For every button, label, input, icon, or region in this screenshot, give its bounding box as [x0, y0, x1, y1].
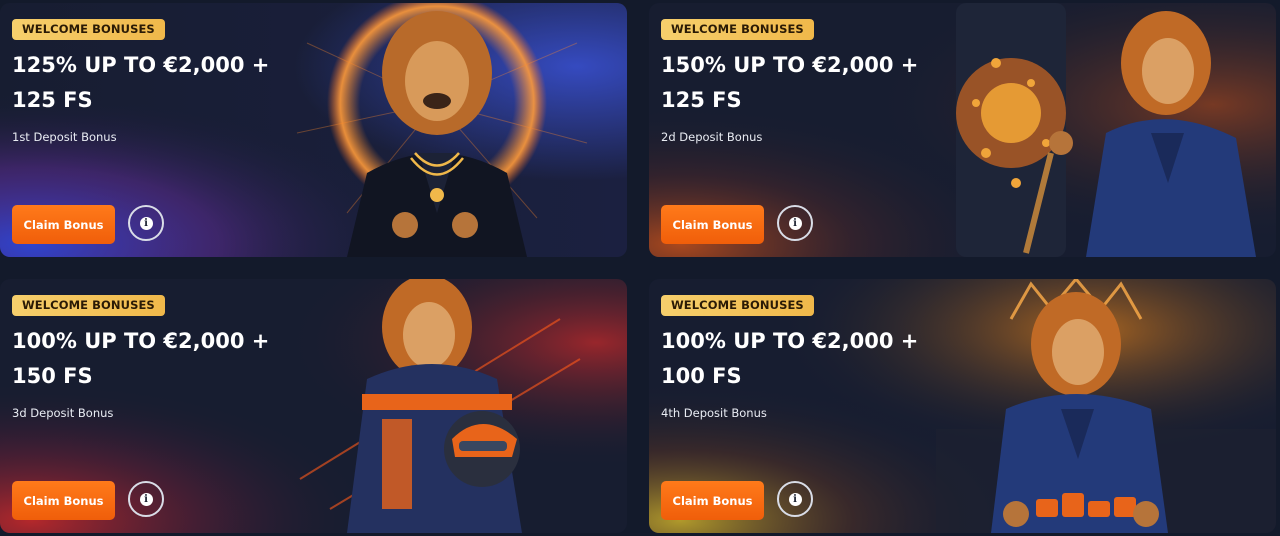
bonus-card-1: WELCOME BONUSES 125% UP TO €2,000 + 125 … [0, 3, 627, 257]
welcome-bonuses-badge: WELCOME BONUSES [661, 19, 814, 40]
welcome-bonuses-badge: WELCOME BONUSES [661, 295, 814, 316]
bonus-card-3: WELCOME BONUSES 100% UP TO €2,000 + 150 … [0, 279, 627, 533]
claim-bonus-button[interactable]: Claim Bonus [661, 481, 764, 520]
claim-bonus-button[interactable]: Claim Bonus [12, 481, 115, 520]
bonus-title-line1: 150% UP TO €2,000 + [661, 53, 919, 77]
welcome-bonus-grid: WELCOME BONUSES 125% UP TO €2,000 + 125 … [0, 0, 1280, 536]
bonus-subtitle: 3d Deposit Bonus [12, 406, 114, 420]
bonus-subtitle: 1st Deposit Bonus [12, 130, 117, 144]
bonus-title: 100% UP TO €2,000 + 150 FS [12, 324, 312, 394]
bonus-info-button[interactable]: i [777, 205, 813, 241]
bonus-card-4: WELCOME BONUSES 100% UP TO €2,000 + 100 … [649, 279, 1276, 533]
bonus-info-button[interactable]: i [128, 205, 164, 241]
welcome-bonuses-badge: WELCOME BONUSES [12, 295, 165, 316]
bonus-title-line2: 100 FS [661, 364, 742, 388]
bonus-info-button[interactable]: i [777, 481, 813, 517]
bonus-title-line1: 100% UP TO €2,000 + [12, 329, 270, 353]
info-icon: i [139, 492, 153, 506]
bonus-title: 100% UP TO €2,000 + 100 FS [661, 324, 961, 394]
bonus-subtitle: 4th Deposit Bonus [661, 406, 767, 420]
claim-bonus-button[interactable]: Claim Bonus [661, 205, 764, 244]
claim-bonus-button[interactable]: Claim Bonus [12, 205, 115, 244]
bonus-title-line1: 100% UP TO €2,000 + [661, 329, 919, 353]
bonus-title-line2: 125 FS [12, 88, 93, 112]
bonus-title-line1: 125% UP TO €2,000 + [12, 53, 270, 77]
bonus-subtitle: 2d Deposit Bonus [661, 130, 763, 144]
info-icon: i [139, 216, 153, 230]
bonus-info-button[interactable]: i [128, 481, 164, 517]
lion-racer-artwork [347, 279, 522, 533]
bonus-title-line2: 125 FS [661, 88, 742, 112]
lion-slot-machine-artwork [956, 3, 1256, 257]
bonus-title-line2: 150 FS [12, 364, 93, 388]
bonus-card-2: WELCOME BONUSES 150% UP TO €2,000 + 125 … [649, 3, 1276, 257]
bonus-title: 125% UP TO €2,000 + 125 FS [12, 48, 312, 118]
lion-king-casino-artwork [936, 279, 1276, 533]
info-icon: i [788, 216, 802, 230]
info-icon: i [788, 492, 802, 506]
welcome-bonuses-badge: WELCOME BONUSES [12, 19, 165, 40]
bonus-title: 150% UP TO €2,000 + 125 FS [661, 48, 961, 118]
lion-suit-artwork [296, 3, 588, 257]
